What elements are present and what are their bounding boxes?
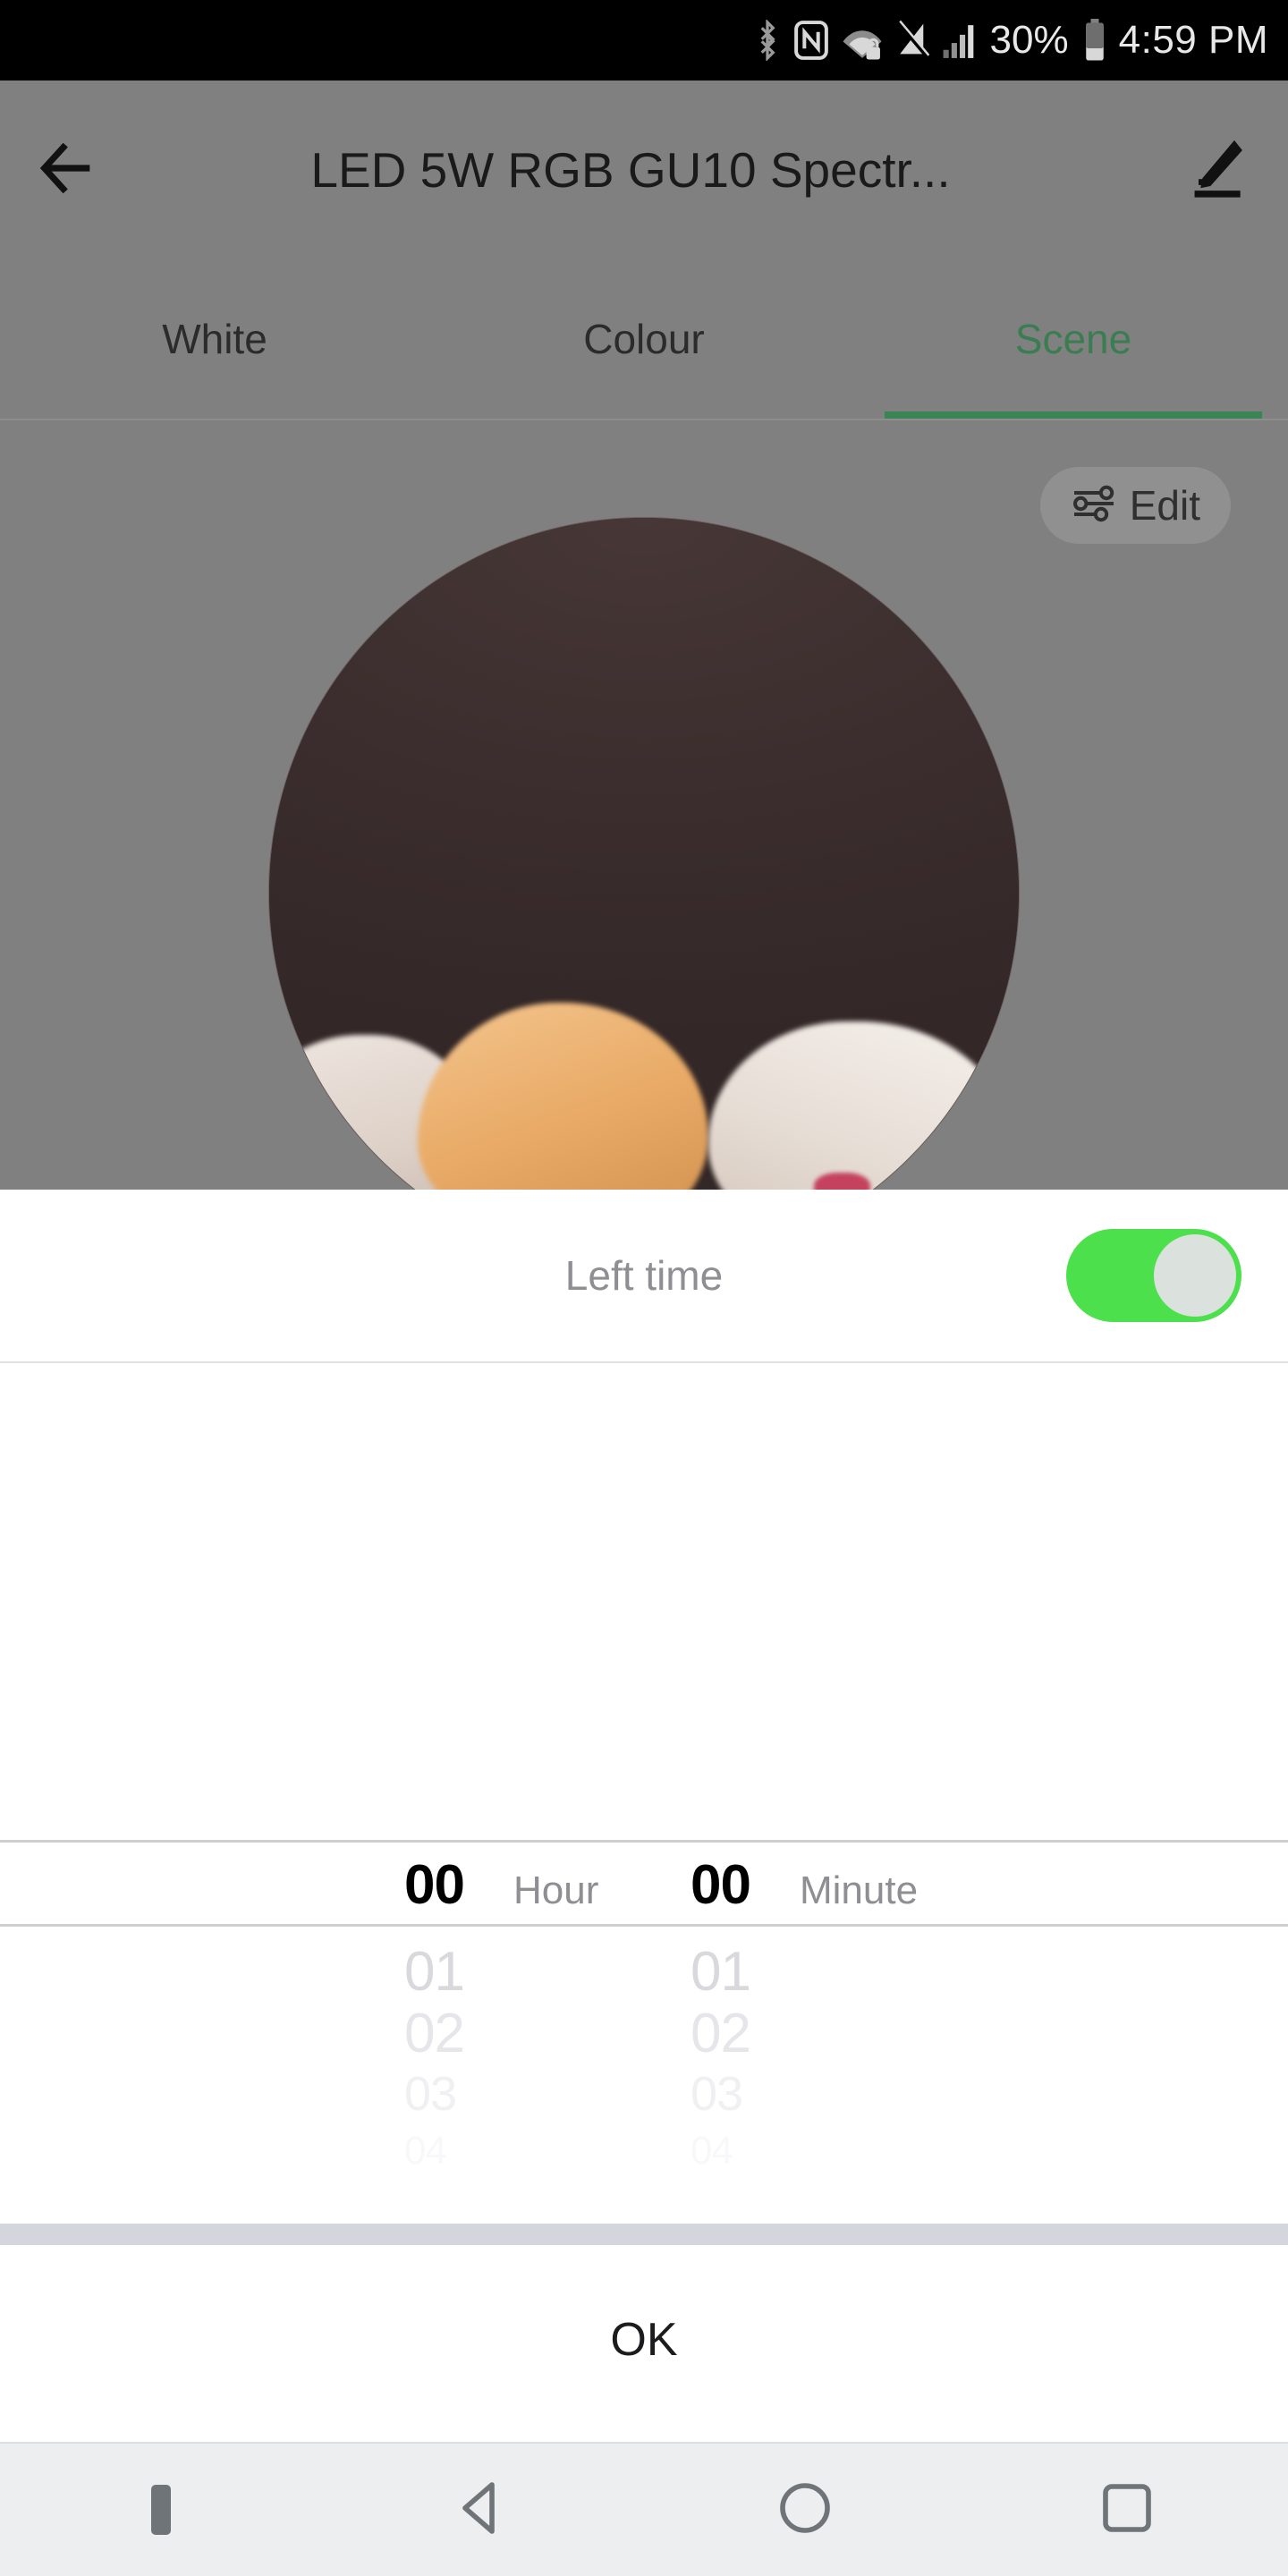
duration-picker[interactable]: 00 Hour 00 Minute 01 01 02 02 03 03 04 0… [0,1754,1288,2224]
app-bar: LED 5W RGB GU10 Spectr... [0,80,1288,259]
android-nav-bar [0,2442,1288,2576]
left-time-label: Left time [564,1252,724,1299]
minute-option-value: 01 [691,1940,751,2003]
cat-nose [814,1173,871,1190]
hide-navbar-icon [151,2485,171,2535]
nav-home-button[interactable] [644,2476,966,2545]
battery-percent: 30% [989,18,1069,62]
signal-off-icon [895,20,929,61]
dialog-separator [0,2224,1288,2245]
minute-option[interactable]: 02 [644,2002,939,2065]
nav-recents-button[interactable] [966,2476,1288,2545]
rename-device-button[interactable] [1145,80,1288,259]
hour-option-value: 01 [404,1940,465,2003]
tab-white[interactable]: White [0,259,429,419]
cellular-signal-icon [942,20,978,61]
minute-option[interactable]: 01 [644,1940,939,2004]
arrow-left-icon [33,134,101,207]
hour-option[interactable]: 03 [349,2066,644,2122]
ok-button-label: OK [610,2314,678,2366]
picker-row[interactable]: 04 04 [0,2117,1288,2185]
picker-row-selected: 00 Hour 00 Minute [0,1851,1288,1919]
tab-white-label: White [162,316,267,362]
hour-value: 00 [404,1853,465,1916]
picker-row[interactable]: 01 01 [0,1937,1288,2005]
minute-column-selected[interactable]: 00 Minute [644,1853,939,1917]
toggle-thumb [1154,1234,1236,1317]
picker-top-spacer [0,1363,1288,1754]
picker-divider-top [0,1840,1288,1843]
ok-button[interactable]: OK [0,2245,1288,2435]
edit-button-label: Edit [1129,482,1200,529]
nav-hide-button[interactable] [0,2485,322,2535]
minute-option[interactable]: 04 [644,2129,939,2174]
hour-option[interactable]: 01 [349,1940,644,2004]
sliders-icon [1071,480,1117,531]
back-button[interactable] [0,80,134,259]
left-time-row: Left time [0,1190,1288,1363]
wifi-lock-icon [842,20,883,61]
scene-photo[interactable] [268,517,1020,1190]
nfc-icon [793,20,829,61]
nav-home-circle-icon [773,2476,837,2545]
minute-option[interactable]: 03 [644,2066,939,2122]
left-time-toggle[interactable] [1066,1229,1241,1322]
picker-row[interactable]: 02 02 [0,1999,1288,2067]
phone-screen: 30% 4:59 PM LED 5W RGB GU10 Spectr... Wh… [0,0,1288,2576]
hour-option[interactable]: 02 [349,2002,644,2065]
hour-option[interactable]: 04 [349,2129,644,2174]
tab-colour-label: Colour [583,316,705,362]
tab-colour[interactable]: Colour [429,259,859,419]
nav-recents-square-icon [1095,2476,1159,2545]
page-title: LED 5W RGB GU10 Spectr... [310,142,951,198]
minute-option-value: 04 [691,2129,733,2173]
cat-orange [417,1003,709,1190]
battery-icon [1083,19,1106,62]
picker-divider-bottom [0,1924,1288,1927]
cats-group [269,953,1019,1190]
tab-scene[interactable]: Scene [859,259,1288,419]
dimmed-app-background: LED 5W RGB GU10 Spectr... White Colour S… [0,80,1288,1190]
hour-option-value: 03 [404,2067,457,2121]
bluetooth-icon [754,20,781,61]
minute-option-value: 03 [691,2067,743,2121]
nav-back-triangle-icon [451,2476,515,2545]
minute-unit-label: Minute [800,1868,919,1912]
pencil-icon [1181,132,1252,208]
hour-option-value: 04 [404,2129,447,2173]
hour-unit-label: Hour [513,1868,599,1912]
status-bar: 30% 4:59 PM [0,0,1288,80]
clock-time: 4:59 PM [1118,18,1268,62]
mode-tabs: White Colour Scene [0,259,1288,420]
tab-scene-label: Scene [1014,316,1132,362]
hour-option-value: 02 [404,2002,465,2064]
minute-value: 00 [691,1853,751,1916]
minute-option-value: 02 [691,2002,751,2064]
hour-column-selected[interactable]: 00 Hour [349,1853,644,1917]
edit-button[interactable]: Edit [1039,467,1231,544]
nav-back-button[interactable] [322,2476,644,2545]
left-time-dialog: Left time 00 Hour 00 Minute 01 01 02 02 … [0,1190,1288,2442]
scene-content: Edit [0,420,1288,1190]
